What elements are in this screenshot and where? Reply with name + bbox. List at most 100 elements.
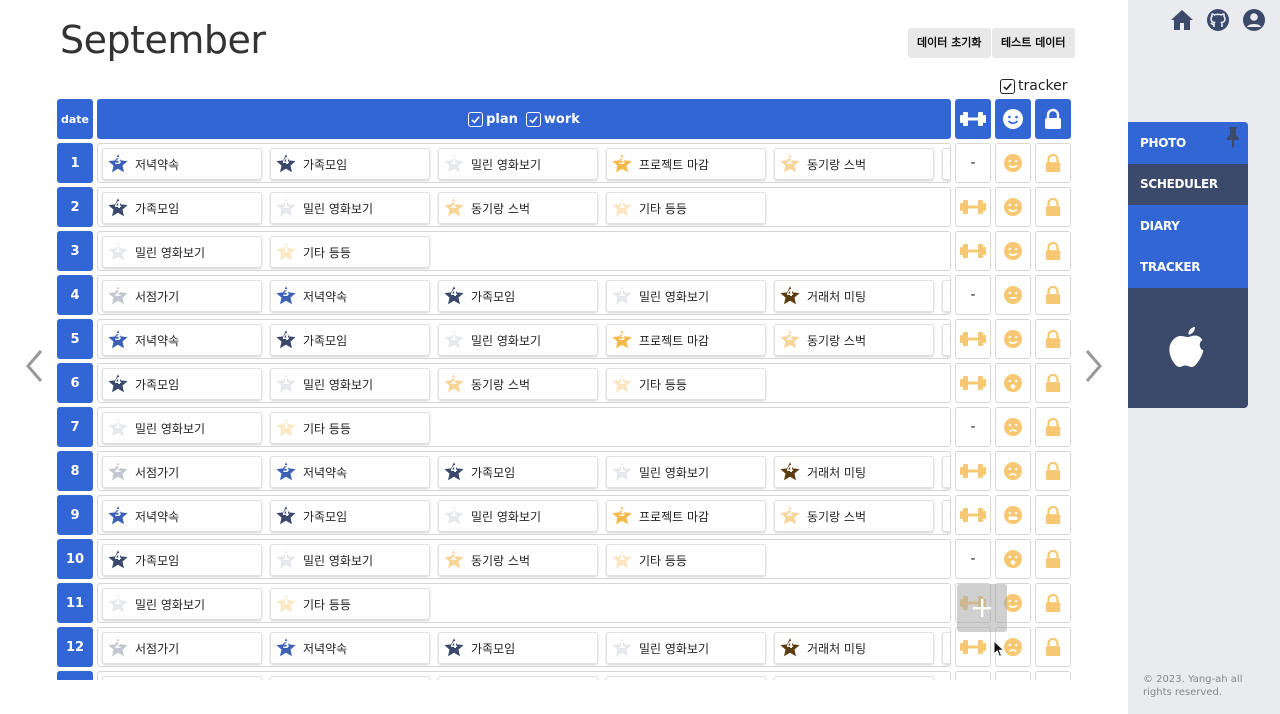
task-chip[interactable]: 3 저녁약속: [102, 148, 262, 180]
task-chip[interactable]: 1 밀린 영화보기: [102, 236, 262, 268]
task-chip[interactable]: 4 가족모임: [102, 192, 262, 224]
mood-cell[interactable]: [995, 275, 1031, 315]
task-chip[interactable]: 1기타 등등: [606, 368, 766, 400]
task-chip[interactable]: 4 가족모임: [438, 632, 598, 664]
pin-icon[interactable]: [1224, 126, 1242, 148]
plan-cell[interactable]: 3 저녁약속 4 가족모임 1 밀린 영화보기 3 프로젝트 마감 2 동기랑 스벅 1기타 등등: [97, 319, 951, 359]
date-cell[interactable]: 11: [57, 583, 93, 623]
task-chip[interactable]: 1기타 등등: [270, 236, 430, 268]
date-cell[interactable]: 5: [57, 319, 93, 359]
date-cell[interactable]: 7: [57, 407, 93, 447]
tracker-checkbox[interactable]: [1000, 78, 1015, 94]
plan-cell[interactable]: 2 서점가기 3 저녁약속 4 가족모임 1 밀린 영화보기 4 거래처 미팅 1기타 등등: [97, 275, 951, 315]
task-chip[interactable]: 1기타 등등: [942, 148, 950, 180]
task-chip[interactable]: 1기타 등등: [942, 456, 950, 488]
task-chip[interactable]: 4 가족모임: [102, 368, 262, 400]
date-cell[interactable]: 3: [57, 231, 93, 271]
task-chip[interactable]: 3 저녁약속: [270, 456, 430, 488]
task-chip[interactable]: 3 프로젝트 마감: [606, 148, 766, 180]
work-toggle[interactable]: work: [525, 111, 580, 127]
task-chip[interactable]: 4 가족모임: [102, 544, 262, 576]
mood-cell[interactable]: [995, 187, 1031, 227]
task-chip[interactable]: 1 밀린 영화보기: [270, 544, 430, 576]
lock-cell[interactable]: [1035, 363, 1071, 403]
task-chip[interactable]: 1기타 등등: [270, 588, 430, 620]
home-icon[interactable]: [1170, 8, 1194, 32]
exercise-cell[interactable]: [955, 231, 991, 271]
work-checkbox[interactable]: [525, 111, 541, 127]
previous-month-arrow-icon[interactable]: [23, 348, 45, 384]
plan-cell[interactable]: 3 저녁약속 4 가족모임 1 밀린 영화보기 3 프로젝트 마감 2 동기랑 스벅 1기타 등등: [97, 143, 951, 183]
add-task-button[interactable]: [957, 584, 1007, 632]
mood-cell[interactable]: [995, 407, 1031, 447]
task-chip[interactable]: 1기타 등등: [606, 192, 766, 224]
task-chip[interactable]: 1기타 등등: [606, 544, 766, 576]
test-data-button[interactable]: 테스트 데이터: [992, 28, 1075, 58]
task-chip[interactable]: 1 밀린 영화보기: [606, 632, 766, 664]
mood-cell[interactable]: [995, 539, 1031, 579]
exercise-cell[interactable]: [955, 451, 991, 491]
task-chip[interactable]: 1기타 등등: [942, 280, 950, 312]
task-chip[interactable]: 4: [774, 676, 934, 680]
date-cell[interactable]: 6: [57, 363, 93, 403]
lock-cell[interactable]: [1035, 231, 1071, 271]
mood-cell[interactable]: [995, 231, 1031, 271]
task-chip[interactable]: 1기타 등등: [942, 500, 950, 532]
task-chip[interactable]: 2 서점가기: [102, 632, 262, 664]
user-icon[interactable]: [1242, 8, 1266, 32]
exercise-cell[interactable]: [955, 187, 991, 227]
task-chip[interactable]: 3 저녁약속: [102, 500, 262, 532]
tracker-toggle[interactable]: tracker: [1000, 78, 1068, 94]
lock-cell[interactable]: [1035, 275, 1071, 315]
lock-cell[interactable]: [1035, 495, 1071, 535]
plan-cell[interactable]: 1 밀린 영화보기 1 기타 등등: [97, 231, 951, 271]
task-chip[interactable]: 4 가족모임: [438, 280, 598, 312]
plan-cell[interactable]: 1 밀린 영화보기 1 기타 등등: [97, 407, 951, 447]
lock-cell[interactable]: [1035, 627, 1071, 667]
lock-cell[interactable]: [1035, 319, 1071, 359]
task-chip[interactable]: 3 프로젝트 마감: [606, 500, 766, 532]
exercise-cell[interactable]: -: [955, 539, 991, 579]
lock-cell[interactable]: [1035, 539, 1071, 579]
mood-cell[interactable]: [995, 319, 1031, 359]
exercise-cell[interactable]: [955, 671, 991, 680]
github-icon[interactable]: [1206, 8, 1230, 32]
menu-item-diary[interactable]: DIARY: [1128, 205, 1248, 247]
plan-cell[interactable]: 2 서점가기 3 저녁약속 4 가족모임 1 밀린 영화보기 4 거래처 미팅 1기타 등등: [97, 627, 951, 667]
exercise-cell[interactable]: [955, 627, 991, 667]
plan-cell[interactable]: 4 가족모임 1 밀린 영화보기 2 동기랑 스벅 1 기타 등등: [97, 187, 951, 227]
plan-cell[interactable]: 2 3 4 1 4: [97, 671, 951, 680]
task-chip[interactable]: 3 프로젝트 마감: [606, 324, 766, 356]
task-chip[interactable]: 4 가족모임: [270, 148, 430, 180]
task-chip[interactable]: 1 밀린 영화보기: [270, 368, 430, 400]
task-chip[interactable]: 4 거래처 미팅: [774, 456, 934, 488]
mood-cell[interactable]: [995, 363, 1031, 403]
exercise-column-header[interactable]: [955, 99, 991, 139]
task-chip[interactable]: 1 밀린 영화보기: [438, 148, 598, 180]
date-cell[interactable]: 8: [57, 451, 93, 491]
task-chip[interactable]: 4 가족모임: [270, 500, 430, 532]
task-chip[interactable]: 2 서점가기: [102, 280, 262, 312]
task-chip[interactable]: 1기타 등등: [270, 412, 430, 444]
task-chip[interactable]: 4: [438, 676, 598, 680]
plan-cell[interactable]: 1 밀린 영화보기 1 기타 등등: [97, 583, 951, 623]
task-chip[interactable]: 2 동기랑 스벅: [774, 324, 934, 356]
task-chip[interactable]: 1: [606, 676, 766, 680]
task-chip[interactable]: 4 가족모임: [270, 324, 430, 356]
plan-cell[interactable]: 4 가족모임 1 밀린 영화보기 2 동기랑 스벅 1 기타 등등: [97, 363, 951, 403]
plan-checkbox[interactable]: [468, 111, 484, 127]
exercise-cell[interactable]: [955, 319, 991, 359]
lock-cell[interactable]: [1035, 407, 1071, 447]
task-chip[interactable]: 2 동기랑 스벅: [438, 368, 598, 400]
mood-cell[interactable]: [995, 451, 1031, 491]
task-chip[interactable]: 2: [102, 676, 262, 680]
plan-cell[interactable]: 2 서점가기 3 저녁약속 4 가족모임 1 밀린 영화보기 4 거래처 미팅 1기타 등등: [97, 451, 951, 491]
lock-cell[interactable]: [1035, 451, 1071, 491]
exercise-cell[interactable]: [955, 495, 991, 535]
date-cell[interactable]: 10: [57, 539, 93, 579]
date-cell[interactable]: 4: [57, 275, 93, 315]
task-chip[interactable]: 1기타 등등: [942, 632, 950, 664]
task-chip[interactable]: 1 밀린 영화보기: [102, 588, 262, 620]
next-month-arrow-icon[interactable]: [1083, 348, 1105, 384]
date-cell[interactable]: 12: [57, 627, 93, 667]
